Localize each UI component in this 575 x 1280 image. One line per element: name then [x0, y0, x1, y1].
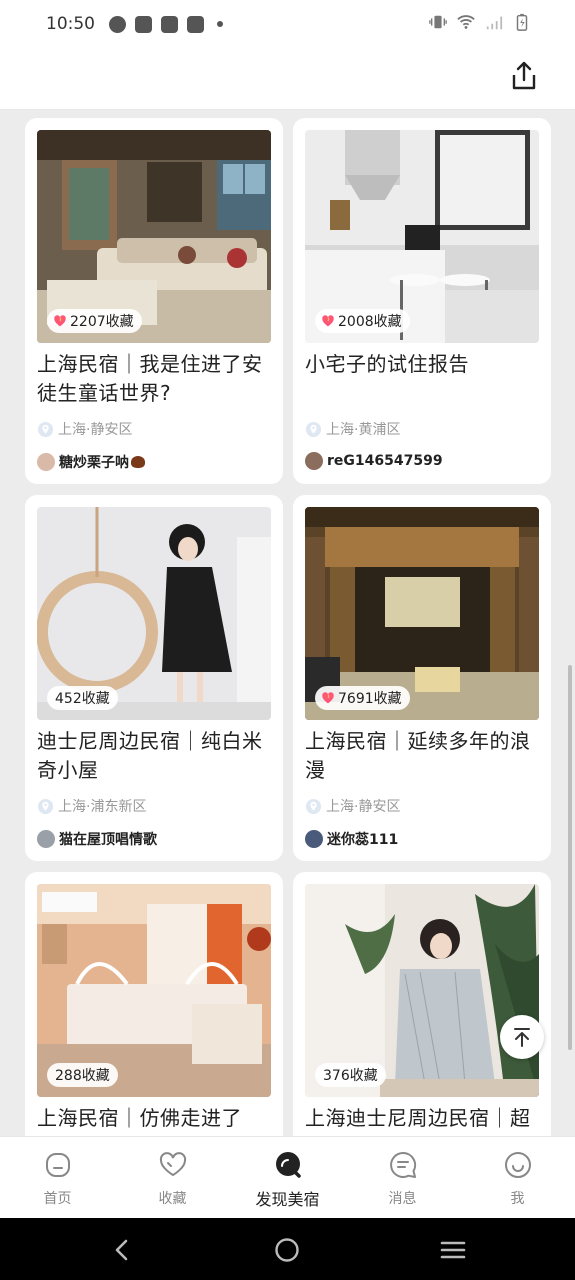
card-location: 上海·静安区	[305, 796, 400, 816]
nav-favorites[interactable]: 收藏	[115, 1137, 230, 1218]
back-icon[interactable]	[108, 1236, 136, 1264]
card-location: 上海·静安区	[37, 419, 132, 439]
author-name: reG146547599	[327, 453, 443, 469]
favorites-badge: 7691收藏	[315, 686, 410, 710]
card-author[interactable]: 猫在屋顶唱情歌	[37, 829, 157, 849]
nav-home[interactable]: 首页	[0, 1137, 115, 1218]
status-time: 10:50	[46, 14, 95, 34]
card-title: 小宅子的试住报告	[305, 352, 469, 376]
stay-card[interactable]: 452收藏 迪士尼周边民宿｜纯白米奇小屋 上海·浦东新区 猫在屋顶唱情歌	[25, 495, 283, 861]
location-text: 上海·黄浦区	[326, 422, 401, 438]
nav-label: 消息	[388, 1191, 417, 1207]
favorites-badge: 2008收藏	[315, 309, 410, 333]
mail-icon	[161, 15, 178, 33]
card-title: 上海民宿｜我是住进了安徒生童话世界?	[37, 352, 263, 405]
card-title: 上海民宿｜延续多年的浪漫	[305, 729, 531, 782]
card-title: 迪士尼周边民宿｜纯白米奇小屋	[37, 729, 263, 782]
favorites-badge: 2207收藏	[47, 309, 142, 333]
author-name: 糖炒栗子呐	[59, 455, 129, 471]
location-pin-icon	[305, 798, 322, 814]
vibrate-icon	[429, 15, 447, 29]
recents-menu-icon[interactable]	[439, 1236, 467, 1264]
nav-label: 发现美宿	[255, 1190, 320, 1209]
location-text: 上海·静安区	[326, 799, 401, 815]
avatar	[305, 830, 323, 848]
avatar	[37, 830, 55, 848]
favorites-count: 2008收藏	[338, 314, 402, 330]
favorites-count: 376收藏	[323, 1068, 378, 1084]
location-text: 上海·浦东新区	[58, 799, 147, 815]
message-icon	[389, 1151, 416, 1178]
author-name: 迷你蕊111	[327, 832, 399, 848]
favorites-count: 2207收藏	[70, 314, 134, 330]
favorites-badge: 452收藏	[47, 686, 118, 710]
clock-app-icon	[109, 15, 126, 33]
bottom-nav: 首页 收藏 发现美宿 消息 我	[0, 1136, 575, 1218]
nav-label: 首页	[43, 1191, 72, 1207]
share-icon[interactable]	[509, 60, 539, 92]
favorites-badge: 288收藏	[47, 1063, 118, 1087]
feed-grid: 2207收藏 上海民宿｜我是住进了安徒生童话世界? 上海·静安区 糖炒栗子呐 2…	[0, 110, 575, 1136]
favorites-count: 288收藏	[55, 1068, 110, 1084]
status-bar: 10:50	[0, 0, 575, 48]
stay-card[interactable]: 288收藏 上海民宿｜仿佛走进了	[25, 872, 283, 1136]
location-pin-icon	[37, 421, 54, 437]
location-text: 上海·静安区	[58, 422, 133, 438]
card-location: 上海·黄浦区	[305, 419, 400, 439]
profile-icon	[504, 1152, 531, 1178]
wifi-icon	[457, 15, 475, 29]
nav-discover[interactable]: 发现美宿	[230, 1137, 345, 1218]
location-pin-icon	[305, 421, 322, 437]
stay-card[interactable]: 2008收藏 小宅子的试住报告 上海·黄浦区 reG146547599	[293, 118, 551, 484]
back-to-top-button[interactable]	[500, 1015, 544, 1059]
home-icon	[45, 1153, 70, 1177]
heart-icon	[159, 1152, 186, 1177]
battery-charging-icon	[516, 13, 528, 31]
avatar	[305, 452, 323, 470]
card-author[interactable]: 糖炒栗子呐	[37, 452, 145, 472]
stay-card[interactable]: 7691收藏 上海民宿｜延续多年的浪漫 上海·静安区 迷你蕊111	[293, 495, 551, 861]
arrow-up-icon	[514, 1028, 530, 1047]
favorites-count: 452收藏	[55, 691, 110, 707]
app-header	[0, 48, 575, 110]
card-author[interactable]: reG146547599	[305, 452, 443, 470]
mail-icon	[187, 15, 204, 33]
chestnut-emoji-icon	[131, 456, 145, 468]
mail-icon	[135, 15, 152, 33]
hot-heart-icon	[322, 692, 334, 704]
nav-profile[interactable]: 我	[460, 1137, 575, 1218]
dot-icon	[217, 21, 223, 27]
hot-heart-icon	[54, 315, 66, 327]
scrollbar[interactable]	[568, 665, 572, 1050]
avatar	[37, 453, 55, 471]
author-name: 猫在屋顶唱情歌	[59, 832, 157, 848]
nav-messages[interactable]: 消息	[345, 1137, 460, 1218]
card-location: 上海·浦东新区	[37, 796, 146, 816]
card-title: 上海迪士尼周边民宿｜超	[305, 1106, 531, 1130]
discover-icon	[275, 1152, 301, 1178]
stay-card[interactable]: 2207收藏 上海民宿｜我是住进了安徒生童话世界? 上海·静安区 糖炒栗子呐	[25, 118, 283, 484]
home-circle-icon[interactable]	[273, 1236, 301, 1264]
card-author[interactable]: 迷你蕊111	[305, 829, 398, 849]
nav-label: 收藏	[158, 1191, 187, 1207]
card-title: 上海民宿｜仿佛走进了	[37, 1106, 242, 1130]
system-nav-bar	[0, 1218, 575, 1280]
stay-card[interactable]: 376收藏 上海迪士尼周边民宿｜超	[293, 872, 551, 1136]
signal-icon	[486, 16, 503, 30]
favorites-badge: 376收藏	[315, 1063, 386, 1087]
hot-heart-icon	[322, 315, 334, 327]
location-pin-icon	[37, 798, 54, 814]
nav-label: 我	[510, 1191, 525, 1207]
favorites-count: 7691收藏	[338, 691, 402, 707]
